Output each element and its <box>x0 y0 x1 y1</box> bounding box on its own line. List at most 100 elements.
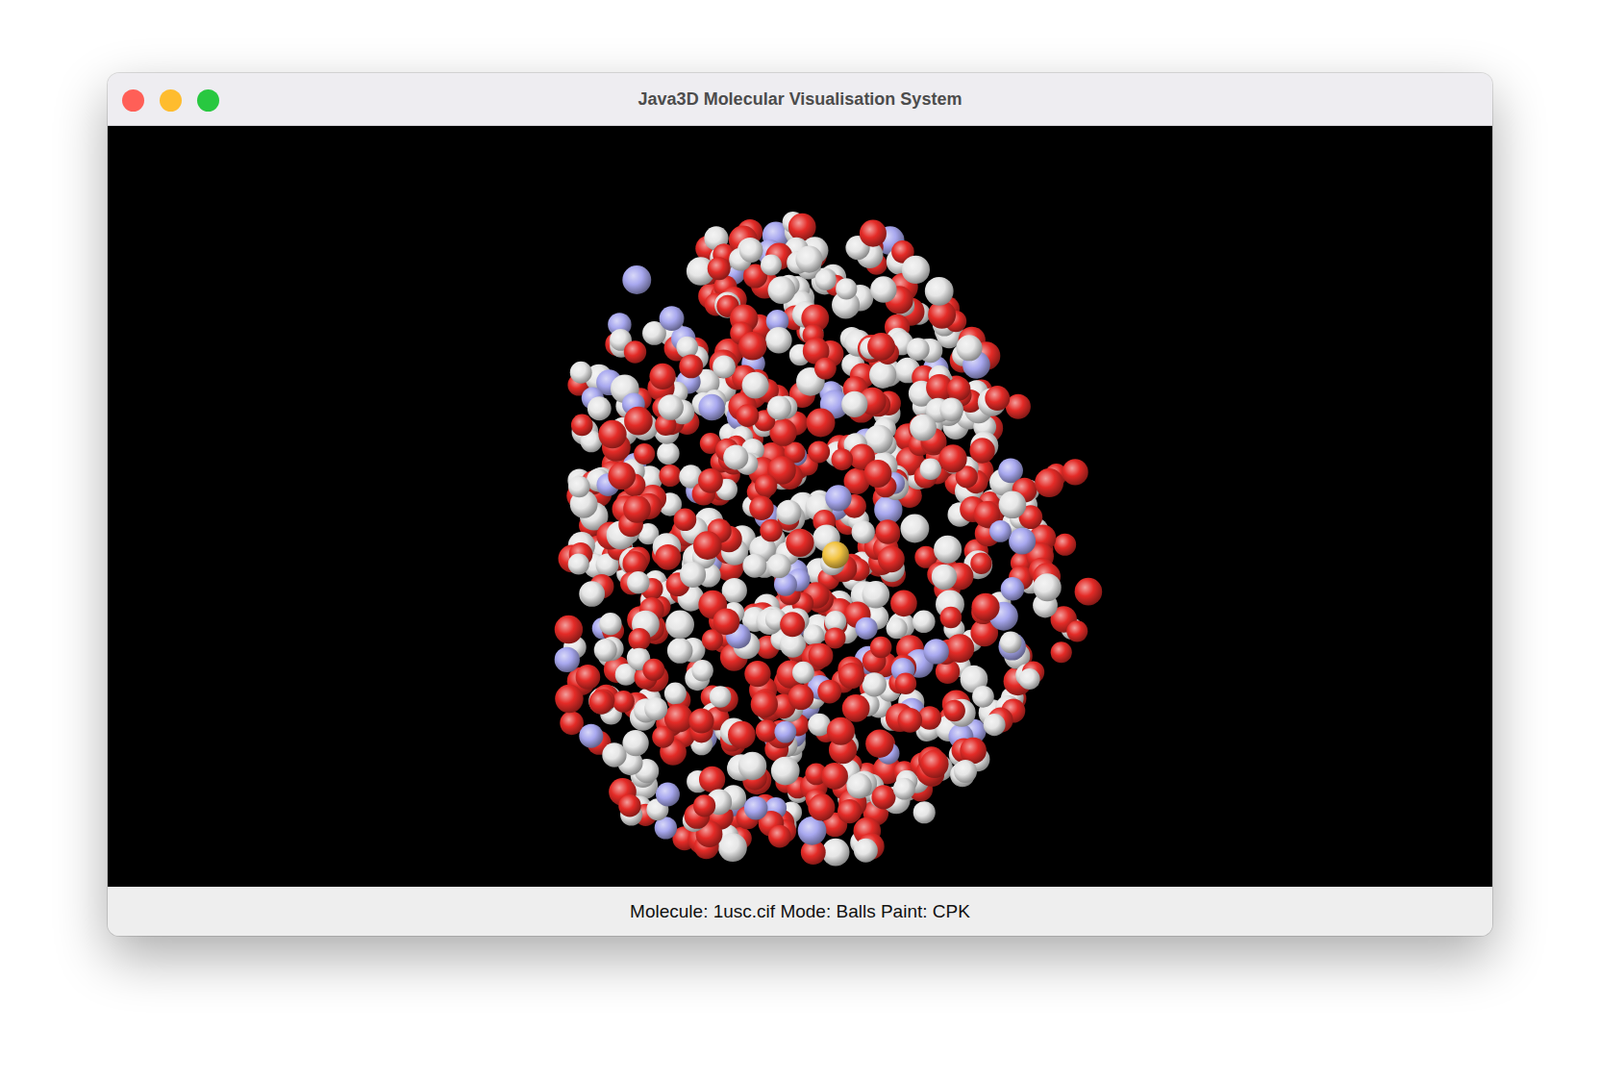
atom <box>612 690 635 713</box>
atom <box>970 552 992 575</box>
atom <box>699 766 725 793</box>
atom <box>664 682 687 705</box>
atom <box>912 609 936 633</box>
atom <box>718 832 748 862</box>
window-title: Java3D Molecular Visualisation System <box>523 89 1078 110</box>
atom <box>785 528 814 557</box>
atom <box>664 703 694 733</box>
atom <box>864 459 893 488</box>
minimize-button[interactable] <box>159 89 182 112</box>
atom <box>837 799 862 824</box>
atom <box>895 672 918 695</box>
atom <box>838 662 865 689</box>
atom <box>802 625 825 647</box>
atom <box>744 796 769 821</box>
atom <box>665 610 695 640</box>
atom <box>862 672 887 697</box>
atom <box>554 615 583 644</box>
atom <box>768 825 792 849</box>
atom <box>920 458 942 480</box>
atom <box>554 684 583 713</box>
title-bar[interactable]: Java3D Molecular Visualisation System <box>107 73 1493 126</box>
atom <box>920 750 949 778</box>
atom <box>945 633 975 663</box>
atom <box>679 561 706 588</box>
atom <box>792 661 815 684</box>
atom <box>618 794 641 817</box>
atom <box>742 372 770 400</box>
atom <box>1050 641 1073 663</box>
status-bar: Molecule: 1usc.cif Mode: Balls Paint: CP… <box>107 886 1493 936</box>
close-button[interactable] <box>122 89 145 112</box>
atom <box>659 305 685 331</box>
atom <box>575 664 601 690</box>
atom <box>1062 458 1089 485</box>
atom <box>767 396 792 421</box>
atom <box>1075 577 1103 606</box>
atom <box>788 683 815 710</box>
atom <box>589 690 614 715</box>
atom <box>865 729 894 758</box>
zoom-button[interactable] <box>197 89 220 112</box>
atom <box>806 407 836 437</box>
atom <box>943 700 966 723</box>
desktop: Java3D Molecular Visualisation System Mol… <box>0 0 1600 1081</box>
atom <box>649 363 675 390</box>
atom <box>830 449 853 472</box>
atom <box>607 461 636 490</box>
atom <box>739 238 764 263</box>
atom <box>972 685 995 708</box>
window-controls <box>122 89 220 112</box>
atom <box>933 535 962 564</box>
atom <box>693 794 716 817</box>
atom <box>875 519 900 545</box>
atom <box>835 277 857 300</box>
atom <box>759 519 783 543</box>
atom <box>1000 576 1025 600</box>
atom <box>736 403 760 427</box>
atom <box>989 520 1012 543</box>
atom <box>779 611 805 637</box>
atom <box>675 336 699 359</box>
atom <box>727 721 756 750</box>
atom <box>760 253 782 275</box>
atom <box>971 593 1000 622</box>
atom <box>1034 468 1064 498</box>
atom <box>688 707 714 733</box>
atom <box>867 332 896 361</box>
atom <box>1008 527 1036 555</box>
atom <box>774 721 797 744</box>
molecule-render[interactable] <box>107 125 1493 887</box>
atom <box>862 580 891 609</box>
atom <box>709 685 732 708</box>
atom <box>578 580 605 607</box>
atom <box>807 794 835 822</box>
atom <box>633 443 655 465</box>
atom <box>854 617 877 640</box>
atom <box>788 213 817 242</box>
atom <box>674 507 698 531</box>
atom <box>938 444 967 473</box>
atom <box>869 361 897 389</box>
atom <box>707 256 731 280</box>
atom <box>771 756 800 786</box>
atom <box>775 500 801 525</box>
atom <box>953 759 977 783</box>
atom <box>940 606 963 629</box>
atom <box>1053 533 1076 556</box>
atom <box>870 636 893 659</box>
atom <box>984 385 1010 411</box>
molecule-viewport[interactable] <box>107 125 1493 887</box>
atom <box>587 396 612 421</box>
atom <box>842 694 871 723</box>
atom <box>821 762 849 790</box>
atom <box>691 659 713 681</box>
atom <box>571 414 594 437</box>
atom <box>678 353 703 378</box>
atom <box>766 553 791 578</box>
atom <box>754 474 777 497</box>
atom <box>622 729 649 756</box>
atom <box>897 707 923 733</box>
atom <box>1018 668 1040 690</box>
atom <box>859 220 887 248</box>
